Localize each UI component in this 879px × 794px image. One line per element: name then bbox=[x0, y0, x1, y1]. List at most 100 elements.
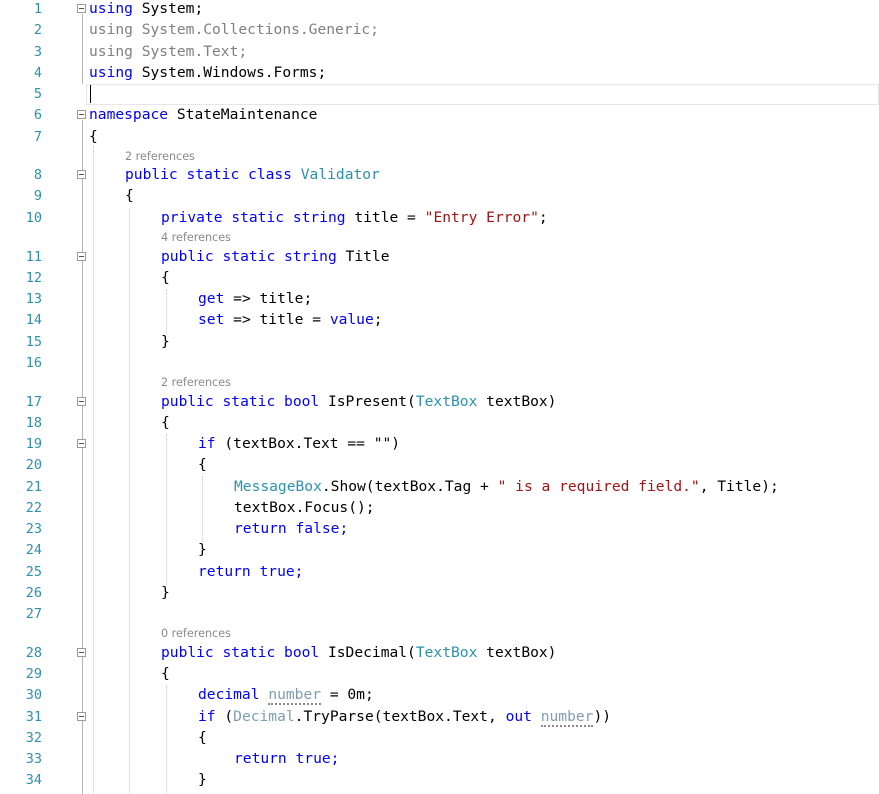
code-text: ; bbox=[373, 311, 383, 328]
keyword: static bbox=[222, 644, 276, 661]
code-line-23: return false; bbox=[234, 520, 348, 537]
code-line-6: namespace StateMaintenance bbox=[89, 106, 317, 123]
line-number: 34 bbox=[25, 772, 42, 788]
code-line-30: decimal number = 0m; bbox=[198, 686, 374, 705]
keyword: public bbox=[161, 393, 214, 410]
line-number: 16 bbox=[25, 355, 42, 371]
code-text: } bbox=[161, 584, 170, 601]
code-text: System.Text; bbox=[141, 43, 248, 60]
string-literal: "Entry Error" bbox=[424, 209, 539, 226]
code-text: textBox) bbox=[486, 393, 557, 410]
code-line-12: { bbox=[161, 269, 170, 286]
indent-guide-namespace bbox=[93, 146, 94, 794]
keyword: class bbox=[248, 166, 292, 183]
code-text: (textBox.Text == "") bbox=[224, 435, 401, 452]
code-text: { bbox=[89, 128, 98, 145]
line-number: 7 bbox=[33, 129, 42, 145]
code-editor[interactable]: 1 2 3 4 5 6 7 8 9 10 11 12 13 14 15 16 1… bbox=[0, 0, 879, 794]
keyword: using bbox=[89, 0, 133, 17]
fold-toggle-namespace[interactable] bbox=[77, 110, 86, 119]
code-line-10: private static string title = "Entry Err… bbox=[161, 209, 548, 226]
type-name: TextBox bbox=[415, 393, 478, 410]
code-line-17: public static bool IsPresent(TextBox tex… bbox=[161, 393, 556, 410]
code-line-19: if (textBox.Text == "") bbox=[198, 435, 400, 452]
suggestion-variable[interactable]: number bbox=[540, 708, 594, 727]
code-text: { bbox=[198, 729, 207, 746]
keyword: static bbox=[186, 166, 240, 183]
code-line-33: return true; bbox=[234, 750, 339, 767]
line-number: 8 bbox=[33, 167, 42, 183]
keyword: return bbox=[234, 520, 287, 537]
code-text: IsDecimal( bbox=[327, 644, 416, 661]
code-line-32: { bbox=[198, 729, 207, 746]
fold-toggle-if-1[interactable] bbox=[77, 439, 86, 448]
code-text: System.Windows.Forms; bbox=[141, 64, 327, 81]
line-number: 2 bbox=[33, 22, 42, 38]
fold-toggle-is-decimal[interactable] bbox=[77, 648, 86, 657]
outline-line-usings bbox=[82, 14, 83, 84]
keyword: static bbox=[231, 209, 285, 226]
line-number: 6 bbox=[33, 107, 42, 123]
fold-toggle-usings[interactable] bbox=[77, 4, 86, 13]
keyword: return bbox=[234, 750, 287, 767]
code-text: ; bbox=[538, 209, 548, 226]
code-line-9: { bbox=[125, 187, 134, 204]
codelens-references[interactable]: 2 references bbox=[125, 150, 195, 163]
fold-toggle-class[interactable] bbox=[77, 170, 86, 179]
codelens-references[interactable]: 0 references bbox=[161, 627, 231, 640]
type-name: Validator bbox=[300, 166, 380, 183]
fold-toggle-title[interactable] bbox=[77, 252, 86, 261]
keyword: set bbox=[198, 311, 225, 328]
code-line-2: using System.Collections.Generic; bbox=[89, 21, 379, 38]
code-line-34: } bbox=[198, 771, 207, 788]
keyword: value bbox=[329, 311, 374, 328]
indent-guide-if-1 bbox=[202, 476, 203, 542]
keyword: out bbox=[505, 708, 532, 725]
line-number: 11 bbox=[25, 249, 42, 265]
code-text: , Title); bbox=[699, 478, 779, 495]
code-line-3: using System.Text; bbox=[89, 43, 247, 60]
code-text: System.Collections.Generic; bbox=[141, 21, 379, 38]
code-line-31: if (Decimal.TryParse(textBox.Text, out n… bbox=[198, 708, 612, 727]
indent-guide-class bbox=[129, 209, 130, 794]
code-text: StateMaintenance bbox=[176, 106, 318, 123]
code-line-8: public static class Validator bbox=[125, 166, 380, 183]
code-text: textBox.Focus(); bbox=[234, 499, 375, 516]
codelens-references[interactable]: 4 references bbox=[161, 231, 231, 244]
suggestion-variable[interactable]: number bbox=[268, 686, 322, 705]
keyword: public bbox=[161, 248, 214, 265]
keyword: string bbox=[284, 248, 337, 265]
keyword: decimal bbox=[198, 686, 260, 703]
code-text: } bbox=[161, 333, 170, 350]
line-number: 18 bbox=[25, 415, 42, 431]
code-line-18: { bbox=[161, 414, 170, 431]
code-line-24: } bbox=[198, 541, 207, 558]
code-text: Title bbox=[345, 248, 390, 265]
line-number: 12 bbox=[25, 270, 42, 286]
current-line-highlight bbox=[86, 84, 879, 105]
code-line-22: textBox.Focus(); bbox=[234, 499, 375, 516]
line-number: 3 bbox=[33, 44, 42, 60]
code-line-4: using System.Windows.Forms; bbox=[89, 64, 326, 81]
fold-toggle-if-2[interactable] bbox=[77, 712, 86, 721]
line-number: 33 bbox=[25, 751, 42, 767]
code-text: } bbox=[198, 771, 207, 788]
keyword: if bbox=[198, 708, 216, 725]
keyword: using bbox=[89, 21, 133, 38]
line-number: 29 bbox=[25, 666, 42, 682]
line-number: 28 bbox=[25, 645, 42, 661]
codelens-references[interactable]: 2 references bbox=[161, 376, 231, 389]
line-number: 19 bbox=[25, 436, 42, 452]
keyword: static bbox=[222, 248, 276, 265]
keyword: namespace bbox=[89, 106, 169, 123]
code-line-29: { bbox=[161, 665, 170, 682]
code-text: => title; bbox=[233, 290, 313, 307]
line-number: 23 bbox=[25, 521, 42, 537]
line-number: 17 bbox=[25, 394, 42, 410]
type-name: MessageBox bbox=[234, 478, 322, 495]
indent-guide-method-2 bbox=[166, 434, 167, 586]
code-text: { bbox=[161, 414, 170, 431]
fold-toggle-is-present[interactable] bbox=[77, 397, 86, 406]
code-line-1: using System; bbox=[89, 0, 203, 17]
outline-line-namespace bbox=[82, 120, 83, 794]
